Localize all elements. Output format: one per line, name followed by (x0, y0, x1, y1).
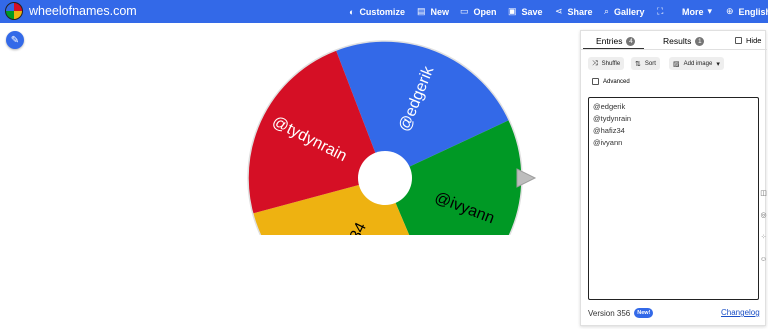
more-label: More (682, 6, 704, 17)
wheel[interactable]: @edgerik@ivyann@hafiz34@tydynrain (240, 35, 540, 235)
tab-results-label: Results (663, 36, 692, 46)
sort-icon: ⇅ (635, 60, 641, 68)
add-image-label: Add image (683, 60, 713, 67)
grid-icon[interactable]: ⁘ (759, 233, 768, 242)
hide-toggle[interactable]: Hide (735, 36, 761, 45)
share-icon: ⋖ (555, 6, 563, 16)
version-info: Version 356 New! (588, 308, 654, 318)
hide-checkbox[interactable] (735, 37, 742, 44)
entry-line: @hafiz34 (593, 126, 625, 135)
entries-panel: Entries 4 Results 1 Hide ⤨ Shuffle ⇅ Sor… (580, 30, 767, 326)
sort-label: Sort (644, 60, 656, 67)
new-label: New (430, 6, 450, 17)
more-button[interactable]: More ▾ (682, 0, 712, 23)
share-label: Share (567, 6, 593, 17)
wheel-center[interactable] (358, 151, 412, 205)
customize-label: Customize (359, 6, 405, 17)
open-button[interactable]: ▭ Open (460, 0, 497, 23)
logo[interactable]: wheelofnames.com (5, 2, 137, 20)
results-count-badge: 1 (695, 36, 705, 46)
hide-label: Hide (746, 36, 762, 45)
gallery-label: Gallery (614, 6, 645, 17)
tab-entries[interactable]: Entries 4 (596, 36, 636, 46)
tab-results[interactable]: Results 1 (663, 36, 705, 46)
gallery-button[interactable]: ⌕ Gallery (604, 0, 645, 23)
chevron-down-icon: ▾ (716, 60, 720, 68)
palette-icon: ◐ (349, 6, 355, 17)
save-button[interactable]: ▣ Save (508, 0, 543, 23)
globe-icon: ⊕ (726, 6, 734, 16)
entries-textarea[interactable]: @edgerik @tydynrain @hafiz34 @ivyann (588, 97, 759, 300)
edit-button[interactable]: ✎ (6, 31, 24, 49)
accessibility-icon[interactable]: ◎ (759, 211, 768, 220)
new-file-icon: ▤ (417, 6, 426, 16)
entry-line: @tydynrain (593, 114, 632, 123)
customize-button[interactable]: ◐ Customize (349, 0, 405, 23)
add-image-button[interactable]: ▨ Add image ▾ (669, 57, 724, 70)
new-button[interactable]: ▤ New (417, 0, 449, 23)
panel-tabs: Entries 4 Results 1 Hide (581, 31, 767, 50)
book-icon[interactable]: ◫ (759, 189, 768, 198)
wheel-logo-icon (5, 2, 23, 20)
entry-line: @edgerik (593, 102, 626, 111)
version-text: Version 356 (588, 308, 631, 318)
shuffle-icon: ⤨ (592, 59, 598, 67)
folder-icon: ▭ (460, 6, 469, 16)
advanced-label: Advanced (603, 78, 630, 85)
advanced-toggle[interactable]: Advanced (592, 78, 630, 85)
fullscreen-icon: ⛶ (657, 6, 664, 16)
chevron-down-icon: ▾ (707, 6, 713, 16)
tabs-divider (581, 49, 767, 50)
wheel-slices: @edgerik@ivyann@hafiz34@tydynrain (247, 40, 523, 235)
share-button[interactable]: ⋖ Share (555, 0, 593, 23)
wheel-pointer (516, 168, 537, 188)
sort-button[interactable]: ⇅ Sort (631, 57, 660, 70)
language-label: English (738, 6, 768, 17)
search-icon: ⌕ (604, 6, 610, 16)
top-bar: wheelofnames.com ◐ Customize ▤ New ▭ Ope… (0, 0, 768, 23)
fullscreen-button[interactable]: ⛶ (657, 0, 668, 23)
logo-text: wheelofnames.com (29, 4, 137, 18)
entry-line: @ivyann (593, 138, 623, 147)
entries-count-badge: 4 (626, 36, 636, 46)
save-label: Save (521, 6, 543, 17)
face-icon[interactable]: ☺ (759, 255, 768, 264)
tab-entries-label: Entries (596, 36, 623, 46)
open-label: Open (473, 6, 497, 17)
shuffle-button[interactable]: ⤨ Shuffle (588, 57, 625, 70)
pencil-icon: ✎ (10, 34, 20, 46)
image-icon: ▨ (673, 60, 680, 68)
changelog-link[interactable]: Changelog (721, 308, 760, 317)
language-button[interactable]: ⊕ English (726, 0, 768, 23)
shuffle-label: Shuffle (601, 60, 621, 67)
new-badge: New! (634, 308, 654, 318)
save-icon: ▣ (508, 6, 517, 16)
advanced-checkbox[interactable] (592, 78, 599, 85)
